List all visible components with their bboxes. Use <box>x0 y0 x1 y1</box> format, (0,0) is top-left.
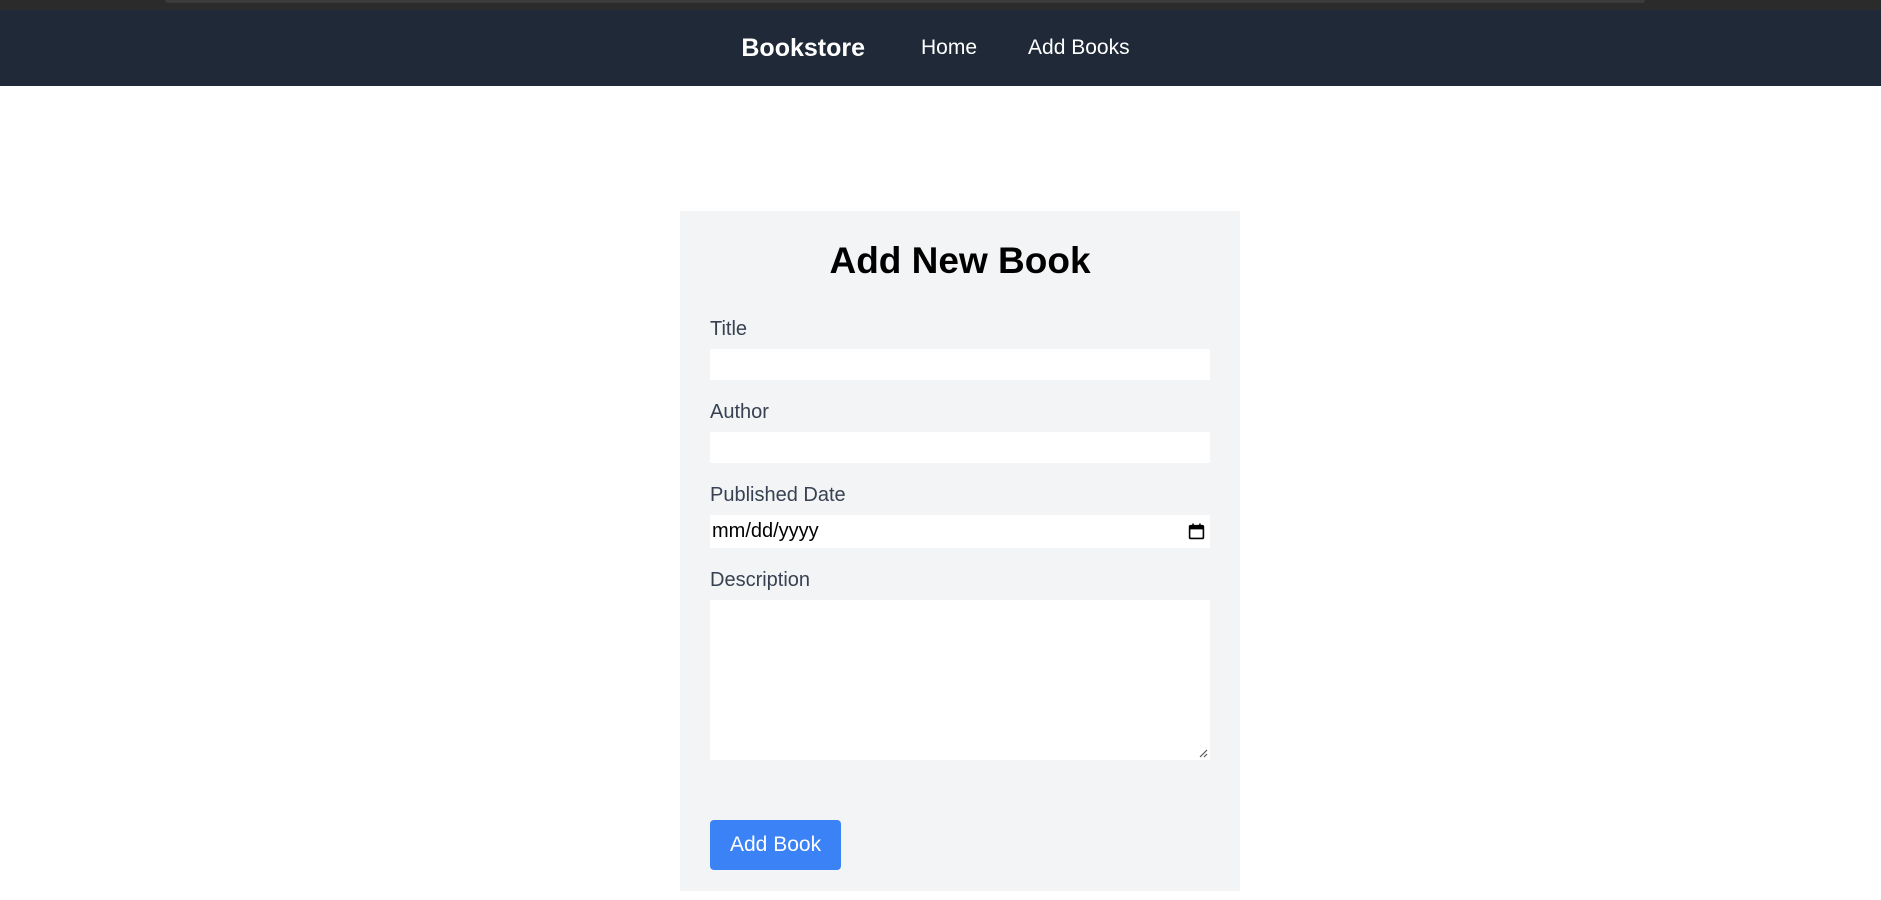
description-textarea[interactable] <box>710 599 1210 760</box>
browser-tab-edge <box>165 0 1645 3</box>
nav-link-add-books[interactable]: Add Books <box>1028 36 1130 60</box>
published-date-input[interactable]: mm/dd/yyyy <box>710 514 1210 548</box>
nav-link-home[interactable]: Home <box>921 36 977 60</box>
page-title: Add New Book <box>829 240 1091 281</box>
published-date-label: Published Date <box>710 483 846 506</box>
add-book-button[interactable]: Add Book <box>710 819 842 870</box>
top-navbar: Bookstore Home Add Books <box>0 10 1881 86</box>
title-label: Title <box>710 317 748 340</box>
resize-handle-icon[interactable] <box>1198 748 1208 758</box>
nav-links: Home Add Books <box>921 36 1130 60</box>
browser-chrome-strip <box>0 0 1881 10</box>
title-field-group: Title <box>710 317 1210 380</box>
description-label: Description <box>710 568 811 591</box>
brand-logo-link[interactable]: Bookstore <box>741 34 865 63</box>
published-date-field-group: Published Date mm/dd/yyyy <box>710 483 1210 548</box>
published-date-value: mm/dd/yyyy <box>712 519 819 542</box>
add-book-form-card: Add New Book Title Author Published Date… <box>680 211 1240 891</box>
author-label: Author <box>710 400 769 423</box>
title-input[interactable] <box>710 348 1210 380</box>
description-field-group: Description <box>710 568 1210 760</box>
navbar-inner: Bookstore Home Add Books <box>741 34 1129 63</box>
calendar-icon[interactable] <box>1188 523 1205 540</box>
author-field-group: Author <box>710 400 1210 463</box>
author-input[interactable] <box>710 431 1210 463</box>
